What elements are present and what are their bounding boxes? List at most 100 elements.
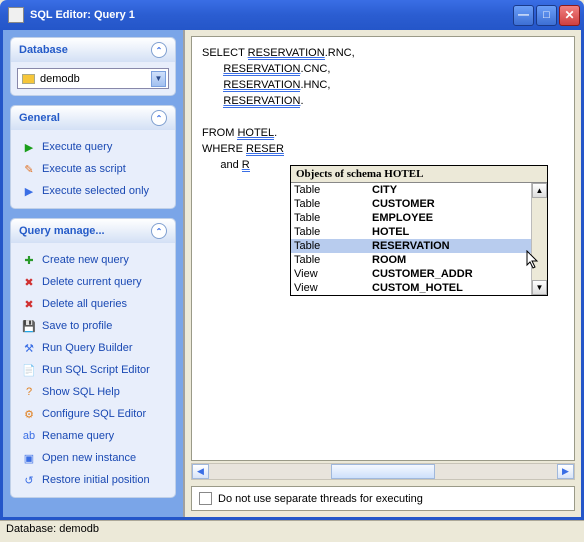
object-name: ROOM <box>372 253 406 267</box>
link-label: Show SQL Help <box>42 386 120 398</box>
status-text: Database: demodb <box>6 523 99 535</box>
action-icon: ↺ <box>21 472 37 488</box>
general-panel: General ⌃ ▶ Execute query ✎ Execute as scri… <box>10 105 176 209</box>
panel-title: General <box>19 112 60 124</box>
link-label: Restore initial position <box>42 474 150 486</box>
action-icon: ▶ <box>21 139 37 155</box>
title-bar: SQL Editor: Query 1 — □ ✕ <box>0 0 584 30</box>
popup-row[interactable]: TableEMPLOYEE <box>291 211 531 225</box>
link-label: Execute query <box>42 141 112 153</box>
sql-editor[interactable]: SELECT RESERVATION.RNC, RESERVATION.CNC,… <box>191 36 575 461</box>
action-icon: ? <box>21 384 37 400</box>
chevron-up-icon[interactable]: ⌃ <box>151 42 167 58</box>
qm-item-4[interactable]: ⚒ Run Query Builder <box>15 337 171 359</box>
qm-item-10[interactable]: ↺ Restore initial position <box>15 469 171 491</box>
link-label: Rename query <box>42 430 114 442</box>
action-icon: ▣ <box>21 450 37 466</box>
threads-checkbox[interactable] <box>199 492 212 505</box>
popup-list[interactable]: TableCITYTableCUSTOMERTableEMPLOYEETable… <box>291 183 531 295</box>
maximize-button[interactable]: □ <box>536 5 557 26</box>
query-management-panel-header[interactable]: Query manage... ⌃ <box>11 219 175 243</box>
autocomplete-popup[interactable]: Objects of schema HOTEL TableCITYTableCU… <box>290 165 548 296</box>
chevron-up-icon[interactable]: ⌃ <box>151 110 167 126</box>
link-label: Configure SQL Editor <box>42 408 146 420</box>
object-type: Table <box>294 239 372 253</box>
popup-row[interactable]: ViewCUSTOMER_ADDR <box>291 267 531 281</box>
qm-item-3[interactable]: 💾Save to profile <box>15 315 171 337</box>
threads-label: Do not use separate threads for executin… <box>218 493 423 505</box>
link-label: Open new instance <box>42 452 136 464</box>
object-name: CITY <box>372 183 397 197</box>
window-title: SQL Editor: Query 1 <box>30 9 135 21</box>
database-combo[interactable]: demodb ▼ <box>17 68 169 89</box>
popup-row[interactable]: TableCITY <box>291 183 531 197</box>
action-icon: 💾 <box>21 318 37 334</box>
link-label: Execute as script <box>42 163 126 175</box>
qm-item-8[interactable]: ab Rename query <box>15 425 171 447</box>
scroll-left-icon[interactable]: ◀ <box>192 464 209 479</box>
action-icon: ▶ <box>21 183 37 199</box>
object-type: Table <box>294 225 372 239</box>
qm-item-9[interactable]: ▣ Open new instance <box>15 447 171 469</box>
qm-item-5[interactable]: 📄Run SQL Script Editor <box>15 359 171 381</box>
main-area: SELECT RESERVATION.RNC, RESERVATION.CNC,… <box>183 30 581 517</box>
action-icon: ✖ <box>21 274 37 290</box>
object-type: Table <box>294 183 372 197</box>
object-type: Table <box>294 253 372 267</box>
minimize-button[interactable]: — <box>513 5 534 26</box>
popup-scrollbar[interactable]: ▲ ▼ <box>531 183 547 295</box>
status-bar: Database: demodb <box>0 520 584 539</box>
scroll-up-icon[interactable]: ▲ <box>532 183 547 198</box>
database-value: demodb <box>40 73 151 85</box>
link-label: Delete all queries <box>42 298 127 310</box>
popup-row[interactable]: TableHOTEL <box>291 225 531 239</box>
qm-item-2[interactable]: ✖Delete all queries <box>15 293 171 315</box>
general-item-1[interactable]: ✎ Execute as script <box>15 158 171 180</box>
database-panel: Database ⌃ demodb ▼ <box>10 37 176 96</box>
object-type: View <box>294 267 372 281</box>
action-icon: ✎ <box>21 161 37 177</box>
general-item-0[interactable]: ▶ Execute query <box>15 136 171 158</box>
popup-row[interactable]: TableROOM <box>291 253 531 267</box>
qm-item-6[interactable]: ? Show SQL Help <box>15 381 171 403</box>
link-label: Run Query Builder <box>42 342 133 354</box>
sidebar: Database ⌃ demodb ▼ General ⌃ ▶ Execute q… <box>3 30 183 517</box>
threads-option[interactable]: Do not use separate threads for executin… <box>191 486 575 511</box>
close-button[interactable]: ✕ <box>559 5 580 26</box>
object-type: View <box>294 281 372 295</box>
popup-row[interactable]: ViewCUSTOM_HOTEL <box>291 281 531 295</box>
scroll-down-icon[interactable]: ▼ <box>532 280 547 295</box>
link-label: Execute selected only <box>42 185 149 197</box>
query-management-panel: Query manage... ⌃ ✚Create new query✖Dele… <box>10 218 176 498</box>
action-icon: ab <box>21 428 37 444</box>
action-icon: ⚒ <box>21 340 37 356</box>
scroll-thumb[interactable] <box>331 464 435 479</box>
action-icon: ✚ <box>21 252 37 268</box>
chevron-up-icon[interactable]: ⌃ <box>151 223 167 239</box>
scroll-right-icon[interactable]: ▶ <box>557 464 574 479</box>
panel-title: Database <box>19 44 68 56</box>
general-panel-header[interactable]: General ⌃ <box>11 106 175 130</box>
object-name: HOTEL <box>372 225 409 239</box>
popup-row[interactable]: TableCUSTOMER <box>291 197 531 211</box>
popup-row[interactable]: TableRESERVATION <box>291 239 531 253</box>
link-label: Delete current query <box>42 276 142 288</box>
panel-title: Query manage... <box>19 225 105 237</box>
qm-item-0[interactable]: ✚Create new query <box>15 249 171 271</box>
qm-item-7[interactable]: ⚙ Configure SQL Editor <box>15 403 171 425</box>
database-panel-header[interactable]: Database ⌃ <box>11 38 175 62</box>
object-name: CUSTOMER_ADDR <box>372 267 473 281</box>
qm-item-1[interactable]: ✖ Delete current query <box>15 271 171 293</box>
app-icon <box>8 7 24 23</box>
link-label: Run SQL Script Editor <box>42 364 150 376</box>
object-name: EMPLOYEE <box>372 211 433 225</box>
horizontal-scrollbar[interactable]: ◀ ▶ <box>191 463 575 480</box>
object-name: RESERVATION <box>372 239 450 253</box>
object-type: Table <box>294 211 372 225</box>
popup-title: Objects of schema HOTEL <box>291 166 547 183</box>
sql-text[interactable]: SELECT RESERVATION.RNC, RESERVATION.CNC,… <box>192 37 574 181</box>
chevron-down-icon[interactable]: ▼ <box>151 71 166 87</box>
object-name: CUSTOM_HOTEL <box>372 281 463 295</box>
general-item-2[interactable]: ▶ Execute selected only <box>15 180 171 202</box>
action-icon: ⚙ <box>21 406 37 422</box>
